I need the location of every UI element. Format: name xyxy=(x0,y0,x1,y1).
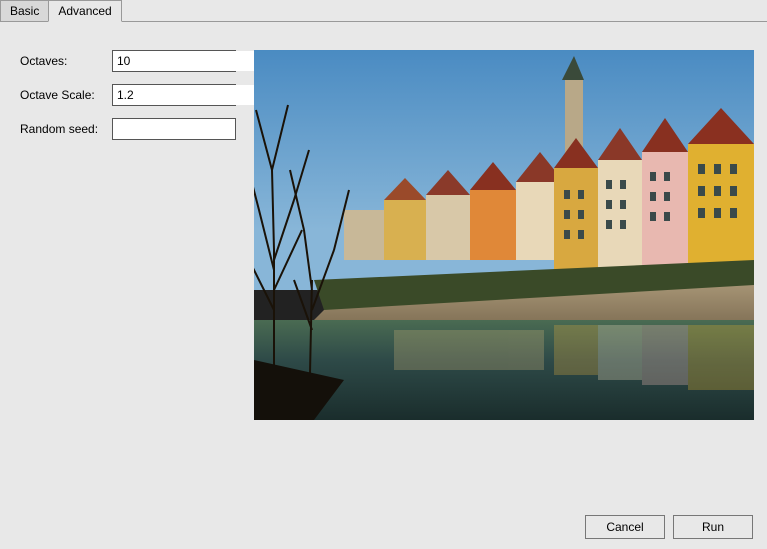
octaves-label: Octaves: xyxy=(20,54,112,68)
tab-advanced[interactable]: Advanced xyxy=(48,0,121,22)
row-octaves: Octaves: ▲ ▼ xyxy=(20,50,240,72)
button-bar: Cancel Run xyxy=(585,515,753,539)
octaves-spinner: ▲ ▼ xyxy=(112,50,236,72)
cancel-button[interactable]: Cancel xyxy=(585,515,665,539)
scale-spinner: ▲ ▼ xyxy=(112,84,236,106)
content-area: Octaves: ▲ ▼ Octave Scale: ▲ ▼ Random se… xyxy=(0,22,767,502)
preview-image xyxy=(254,50,754,420)
octaves-input[interactable] xyxy=(113,51,276,71)
seed-label: Random seed: xyxy=(20,122,112,136)
scale-label: Octave Scale: xyxy=(20,88,112,102)
tab-bar: Basic Advanced xyxy=(0,0,767,22)
row-scale: Octave Scale: ▲ ▼ xyxy=(20,84,240,106)
row-seed: Random seed: xyxy=(20,118,240,140)
form-panel: Octaves: ▲ ▼ Octave Scale: ▲ ▼ Random se… xyxy=(20,50,240,152)
seed-input[interactable] xyxy=(112,118,236,140)
scale-input[interactable] xyxy=(113,85,276,105)
tab-basic[interactable]: Basic xyxy=(0,0,49,21)
run-button[interactable]: Run xyxy=(673,515,753,539)
